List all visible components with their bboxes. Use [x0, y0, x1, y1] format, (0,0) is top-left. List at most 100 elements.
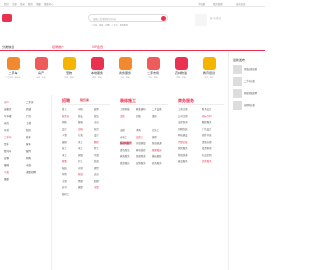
category-pet[interactable]: 宠物 狗狗 · 猫咪 [56, 57, 82, 85]
panel-link[interactable]: 商标专利 [202, 114, 212, 118]
panel-link[interactable]: 编辑 [62, 140, 67, 144]
left-list-item[interactable]: 猫咪 [4, 163, 9, 167]
post-link[interactable]: 发布信息 [236, 2, 246, 6]
panel-link[interactable]: 仓管 [78, 166, 83, 170]
panel-link[interactable]: 二手设备 [152, 107, 162, 111]
hot-keywords[interactable]: 二手房 · 租房 · 招聘 · 二手车 · 家政服务 [91, 24, 181, 28]
panel-link[interactable]: 人事 [62, 133, 67, 137]
site-logo[interactable] [0, 12, 20, 24]
thumbnail[interactable] [233, 89, 242, 98]
panel-link[interactable]: 泥水工 [152, 128, 159, 132]
panel-link[interactable]: 礼品定制 [202, 153, 212, 157]
panel-link[interactable]: 维修 [152, 114, 157, 118]
nav-item-category[interactable]: 分类信息 [2, 44, 14, 49]
panel-link[interactable]: 临时工 [62, 192, 69, 196]
panel-link[interactable]: 快递物流 [136, 154, 146, 158]
panel-link[interactable]: 工商注册 [178, 107, 188, 111]
panel-link[interactable]: 客服 [78, 120, 83, 124]
panel-link[interactable]: 保洁 [94, 114, 99, 118]
panel-link[interactable]: 服务员 [62, 114, 69, 118]
panel-link[interactable]: 商务服务 [152, 161, 162, 165]
left-list-item[interactable]: 宠物 [4, 156, 9, 160]
panel-link[interactable]: 工程机械 [120, 107, 130, 111]
panel-link[interactable]: 开锁换锁 [136, 141, 146, 145]
panel-link[interactable]: 主管 [62, 179, 67, 183]
panel-link[interactable]: 收银 [78, 172, 83, 176]
panel-link[interactable]: 婚庆摄影 [152, 154, 162, 158]
panel-link[interactable]: 翻译 [94, 140, 99, 144]
latest-item[interactable]: 商铺出租急租 [244, 67, 264, 71]
panel-link[interactable]: 资质办理 [202, 140, 212, 144]
thumbnail[interactable] [233, 101, 242, 110]
panel-link[interactable]: 软件开发 [202, 133, 212, 137]
latest-item[interactable]: 二手车出售 [244, 79, 264, 83]
panel-link[interactable]: 家教 [62, 159, 67, 163]
mobile-link[interactable]: 手机版 [198, 2, 205, 6]
panel-link[interactable]: 网站建设 [178, 133, 188, 137]
panel-link[interactable]: 展会服务 [178, 159, 188, 163]
panel-link[interactable]: 文员 [94, 120, 99, 124]
search-input[interactable]: 请输入您要搜索的内容 [93, 17, 116, 21]
panel-link[interactable]: 法律咨询 [178, 120, 188, 124]
panel-link[interactable]: 技工 [62, 146, 67, 150]
panel-link[interactable]: 其他服务 [202, 159, 212, 163]
panel-link[interactable]: 油漆工 [136, 135, 143, 139]
panel-link[interactable]: 投资担保 [202, 146, 212, 150]
panel-link[interactable]: 印刷包装 [178, 127, 188, 131]
left-list-item[interactable]: 商铺 [26, 107, 31, 111]
left-list-item[interactable]: 土地 [26, 121, 31, 125]
panel-link[interactable]: 护工 [78, 159, 83, 163]
search-button[interactable] [160, 16, 166, 22]
thumbnail[interactable] [233, 77, 242, 86]
panel-link[interactable]: 家政服务 [120, 154, 130, 158]
left-list-item[interactable]: 兼职 [4, 177, 9, 181]
left-list-item[interactable]: 出租房 [4, 107, 12, 111]
left-list-item[interactable]: 货车 [4, 142, 9, 146]
panel-link[interactable]: 搬家搬运 [152, 148, 162, 152]
panel-link[interactable]: 保安 [78, 114, 83, 118]
left-list-item[interactable]: 客车 [26, 142, 31, 146]
panel-link[interactable]: 出纳 [78, 127, 83, 131]
left-list-item[interactable]: 水族 [26, 163, 31, 167]
panel-link[interactable]: 焊工 [94, 146, 99, 150]
panel-link[interactable]: 木工 [62, 153, 67, 157]
panel-link[interactable]: 销售 [62, 120, 67, 124]
left-list-item[interactable]: 狗狗 [26, 156, 31, 160]
left-list-item[interactable]: 摩托车 [4, 149, 12, 153]
mine-link[interactable]: 我的 [28, 2, 33, 6]
panel-link[interactable]: 助理 [94, 179, 99, 183]
panel-link[interactable]: 出售 [120, 114, 125, 118]
left-list-item[interactable]: 二手房 [26, 100, 34, 104]
panel-link[interactable]: 司机 [78, 107, 83, 111]
register-link[interactable]: 注册 [12, 2, 17, 6]
help-link[interactable]: 帮助中心 [44, 2, 54, 6]
panel-subtitle[interactable]: 简历库 [80, 98, 89, 102]
panel-link[interactable]: 普工 [62, 107, 67, 111]
panel-link[interactable]: 月嫂 [94, 153, 99, 157]
category-education[interactable]: 教育培训 学历 · 语言 [196, 57, 222, 85]
category-used-car[interactable]: 二手车 二手轿车 · 面包车 [0, 57, 26, 85]
panel-link[interactable]: 清洗保洁 [120, 148, 130, 152]
nav-item-recruit[interactable]: 招聘推广 [52, 44, 64, 49]
left-list-item[interactable]: 轿车 [26, 135, 31, 139]
panel-link[interactable]: 物流快递 [178, 153, 188, 157]
panel-link[interactable]: 出租 [120, 128, 125, 132]
panel-link[interactable]: 兼职 [78, 185, 83, 189]
left-list-item[interactable]: 二手车 [4, 135, 12, 139]
panel-link[interactable]: 设计 [94, 133, 99, 137]
panel-link[interactable]: 配送 [62, 166, 67, 170]
panel-link[interactable]: 电工 [78, 146, 83, 150]
panel-link[interactable]: 全职 [94, 185, 99, 189]
panel-link[interactable]: 家电维修 [136, 148, 146, 152]
left-list-item[interactable]: 房产 [4, 100, 9, 104]
map-link[interactable]: 地图 [36, 2, 41, 6]
panel-link[interactable]: 拆除 [152, 135, 157, 139]
panel-link[interactable]: 翻译服务 [202, 120, 212, 124]
panel-link[interactable]: 宠物服务 [136, 161, 146, 165]
panel-link[interactable]: 旅游酒店 [120, 161, 130, 165]
panel-link[interactable]: 厨师 [94, 107, 99, 111]
left-list-item[interactable]: 厂房 [26, 114, 31, 118]
latest-item[interactable]: 宠物狗出售 [244, 103, 264, 107]
panel-link[interactable]: 财务会计 [202, 107, 212, 111]
left-list-item[interactable]: 仓库 [4, 121, 9, 125]
